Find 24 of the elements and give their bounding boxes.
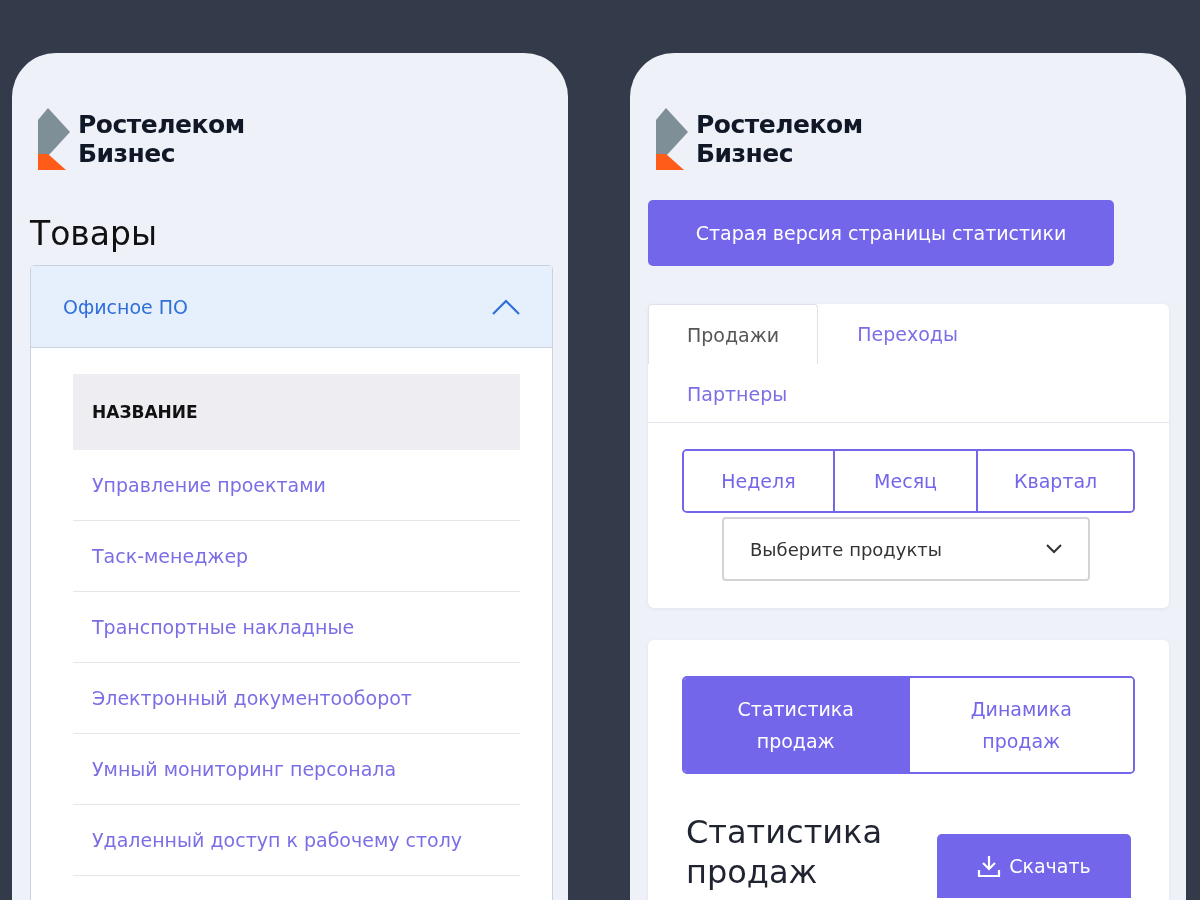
product-link[interactable]: Удаленный доступ к рабочему столу — [73, 805, 520, 876]
page-title: Товары — [30, 214, 159, 253]
product-link[interactable]: Транспортные накладные — [73, 592, 520, 663]
section-title: Статистика продаж — [686, 812, 883, 892]
old-version-button[interactable]: Старая версия страницы статистики — [648, 200, 1114, 266]
product-link[interactable]: Электронный документооборот — [73, 663, 520, 734]
logo-mark-icon — [38, 108, 70, 170]
logo-mark-icon — [656, 108, 688, 170]
logo-text: Ростелеком Бизнес — [696, 110, 863, 168]
view-button[interactable]: Статистика продаж — [684, 678, 908, 772]
product-select[interactable]: Выберите продукты — [722, 517, 1090, 581]
product-link[interactable]: Таск-менеджер — [73, 521, 520, 592]
column-header: НАЗВАНИЕ — [73, 374, 520, 450]
logo-text: Ростелеком Бизнес — [78, 110, 245, 168]
accordion-header[interactable]: Офисное ПО — [31, 266, 552, 348]
download-icon — [977, 854, 1002, 878]
view-button[interactable]: Динамика продаж — [907, 678, 1133, 772]
product-link[interactable]: Управление проектами — [73, 450, 520, 521]
period-button[interactable]: Квартал — [976, 451, 1133, 511]
product-link[interactable]: Умный мониторинг персонала — [73, 734, 520, 805]
tab[interactable]: Продажи — [648, 304, 819, 364]
download-button[interactable]: Скачать — [937, 834, 1131, 898]
chevron-up-icon — [492, 298, 520, 315]
chevron-down-icon — [1046, 544, 1062, 554]
